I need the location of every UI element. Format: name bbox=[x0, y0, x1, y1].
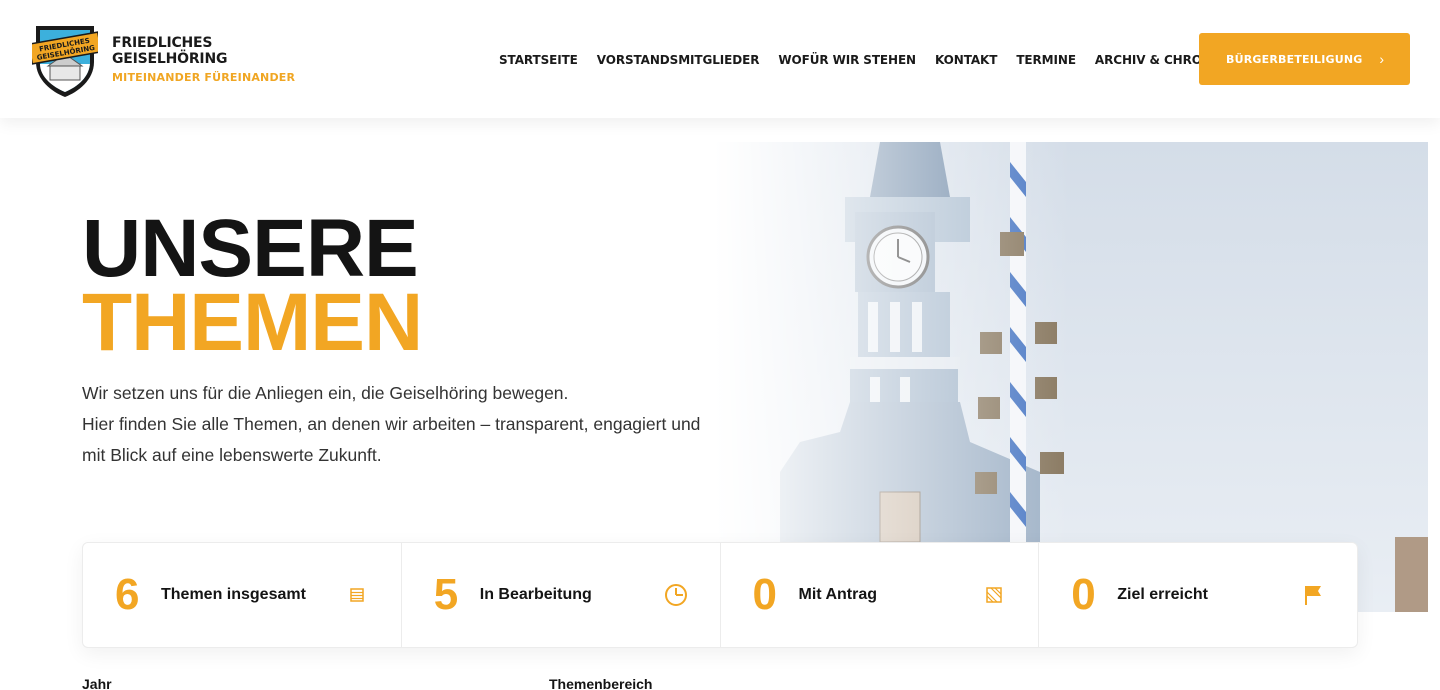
nav-item-vorstandsmitglieder[interactable]: VORSTANDSMITGLIEDER bbox=[597, 53, 760, 67]
hero-intro-line1: Wir setzen uns für die Anliegen ein, die… bbox=[82, 383, 569, 403]
stat-ziel-erreicht: 0 Ziel erreicht bbox=[1039, 543, 1357, 647]
stat-value: 0 bbox=[1071, 570, 1096, 619]
stat-label: Mit Antrag bbox=[798, 586, 878, 603]
nav-item-wofuer-wir-stehen[interactable]: WOFÜR WIR STEHEN bbox=[778, 53, 916, 67]
main-nav: STARTSEITE VORSTANDSMITGLIEDER WOFÜR WIR… bbox=[499, 53, 1225, 67]
brand-tagline: MITEINANDER FÜREINANDER bbox=[112, 71, 296, 84]
hero-intro-line2: Hier finden Sie alle Themen, an denen wi… bbox=[82, 414, 701, 434]
stat-label: Ziel erreicht bbox=[1117, 586, 1208, 603]
stat-value: 6 bbox=[115, 570, 140, 619]
list-icon bbox=[350, 588, 364, 602]
filter-label-topic: Themenbereich bbox=[549, 676, 653, 690]
filter-label-year: Jahr bbox=[82, 676, 112, 690]
document-icon bbox=[986, 587, 1002, 603]
flag-icon bbox=[1305, 586, 1321, 605]
nav-item-kontakt[interactable]: KONTAKT bbox=[935, 53, 997, 67]
stats-bar: 6 Themen insgesamt 5 In Bearbeitung 0 Mi… bbox=[82, 542, 1358, 648]
buergerbeteiligung-button[interactable]: BÜRGERBETEILIGUNG › bbox=[1199, 33, 1410, 85]
stat-mit-antrag: 0 Mit Antrag bbox=[721, 543, 1040, 647]
cta-label: BÜRGERBETEILIGUNG bbox=[1226, 52, 1363, 66]
site-header: FRIEDLICHES GEISELHÖRING FRIEDLICHES GEI… bbox=[0, 0, 1440, 118]
chevron-right-icon: › bbox=[1379, 51, 1384, 67]
stat-value: 0 bbox=[752, 570, 777, 619]
stat-label: In Bearbeitung bbox=[479, 586, 592, 603]
brand-name-line1: FRIEDLICHES bbox=[112, 35, 213, 51]
brand-name-line2: GEISELHÖRING bbox=[112, 51, 228, 67]
stat-label: Themen insgesamt bbox=[161, 586, 306, 603]
shield-logo-icon: FRIEDLICHES GEISELHÖRING bbox=[27, 26, 103, 97]
page-title: UNSERE THEMEN bbox=[82, 203, 423, 368]
brand[interactable]: FRIEDLICHES GEISELHÖRING MITEINANDER FÜR… bbox=[112, 35, 295, 84]
stat-value: 5 bbox=[433, 570, 459, 619]
stat-in-bearbeitung: 5 In Bearbeitung bbox=[402, 543, 721, 647]
stat-themen-insgesamt: 6 Themen insgesamt bbox=[83, 543, 402, 647]
page-title-line2: THEMEN bbox=[82, 277, 423, 368]
page-title-line1: UNSERE bbox=[82, 203, 419, 294]
hero-intro-line3: mit Blick auf eine lebenswerte Zukunft. bbox=[82, 445, 382, 465]
logo[interactable]: FRIEDLICHES GEISELHÖRING bbox=[27, 18, 103, 98]
nav-item-termine[interactable]: TERMINE bbox=[1016, 53, 1076, 67]
clock-icon bbox=[664, 584, 687, 606]
nav-item-startseite[interactable]: STARTSEITE bbox=[499, 53, 578, 67]
hero-intro: Wir setzen uns für die Anliegen ein, die… bbox=[82, 378, 762, 471]
